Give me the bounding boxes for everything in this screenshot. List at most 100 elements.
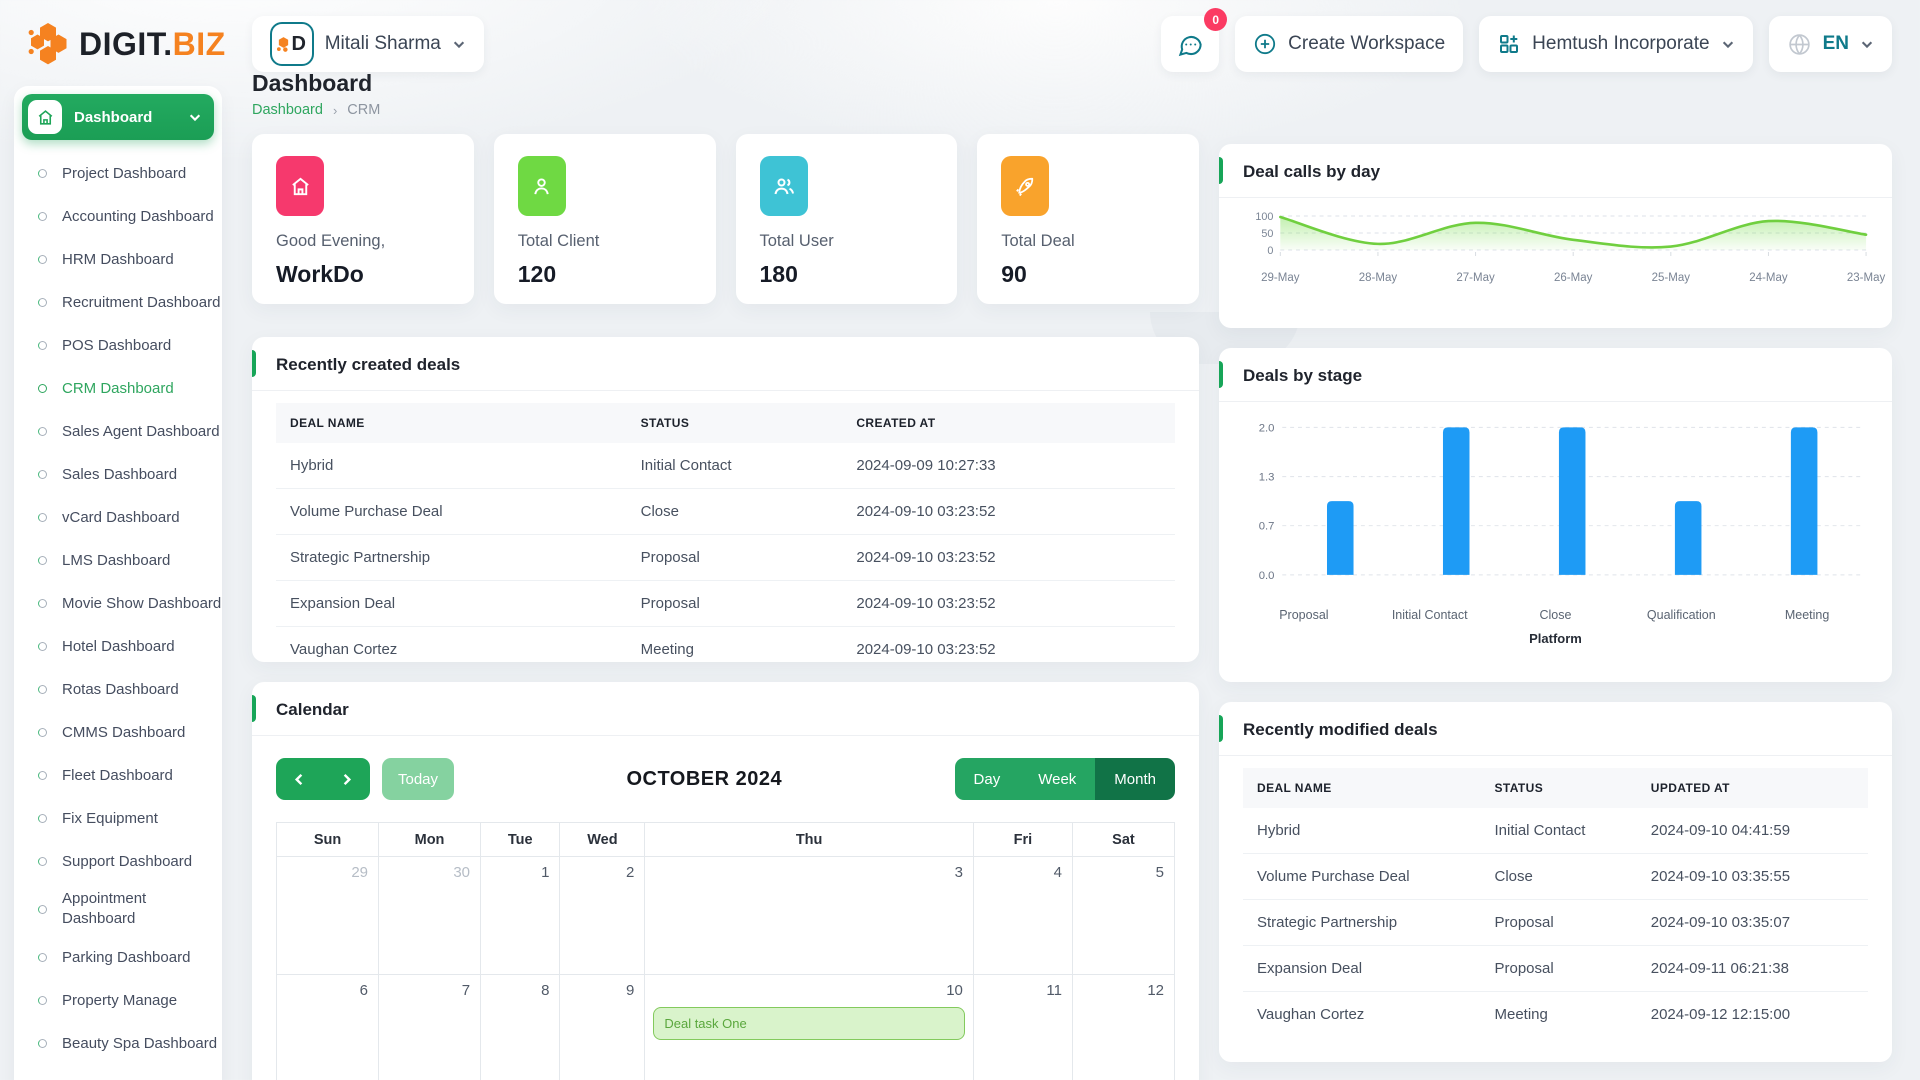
sidebar-item-pos-dashboard[interactable]: POS Dashboard xyxy=(22,324,214,367)
deal-calls-chart: 100500 xyxy=(1241,208,1870,270)
x-tick-label: 25-May xyxy=(1652,272,1690,284)
sidebar-item-rotas-dashboard[interactable]: Rotas Dashboard xyxy=(22,668,214,711)
company-selector[interactable]: Hemtush Incorporate xyxy=(1479,16,1752,72)
sidebar-item-facilities-dashboard[interactable]: Facilities Dashboard xyxy=(22,1065,214,1080)
sidebar-item-hrm-dashboard[interactable]: HRM Dashboard xyxy=(22,238,214,281)
calendar-today-button[interactable]: Today xyxy=(382,758,454,800)
sidebar-item-sales-agent-dashboard[interactable]: Sales Agent Dashboard xyxy=(22,410,214,453)
sidebar-item-movie-show-dashboard[interactable]: Movie Show Dashboard xyxy=(22,582,214,625)
sidebar-item-property-manage[interactable]: Property Manage xyxy=(22,979,214,1022)
calendar-view-switcher: Day Week Month xyxy=(955,758,1175,800)
brand-logo[interactable]: DIGIT.BIZ xyxy=(28,21,226,67)
stat-card-total-client: Total Client 120 xyxy=(494,134,716,304)
workspace-mini-logo: D xyxy=(270,22,314,66)
stat-cards-row: Good Evening,WorkDoTotal Client120Total … xyxy=(252,134,1199,304)
calendar-day-header: Thu xyxy=(645,823,974,857)
svg-text:1.3: 1.3 xyxy=(1259,472,1275,484)
bullet-icon xyxy=(38,255,47,264)
calendar-body: 293012345678910Deal task One1112 xyxy=(277,857,1175,1080)
calendar-prev-button[interactable] xyxy=(276,758,323,800)
deals-by-stage-chart: 2.01.30.70.0 xyxy=(1241,414,1870,604)
chevron-right-icon xyxy=(339,772,354,787)
stat-value: 180 xyxy=(760,261,934,288)
calendar-day-cell[interactable]: 2 xyxy=(560,857,645,975)
bullet-icon xyxy=(38,685,47,694)
sidebar-item-fleet-dashboard[interactable]: Fleet Dashboard xyxy=(22,754,214,797)
globe-icon xyxy=(1787,32,1812,57)
sidebar-item-accounting-dashboard[interactable]: Accounting Dashboard xyxy=(22,195,214,238)
calendar-day-cell[interactable]: 11 xyxy=(973,975,1072,1080)
calendar-view-week[interactable]: Week xyxy=(1019,758,1095,800)
sidebar-item-parking-dashboard[interactable]: Parking Dashboard xyxy=(22,936,214,979)
calendar-day-cell[interactable]: 29 xyxy=(277,857,379,975)
calendar-view-month[interactable]: Month xyxy=(1095,758,1175,800)
sidebar-item-dashboard-root[interactable]: Dashboard xyxy=(22,94,214,140)
messages-button[interactable]: 0 xyxy=(1161,16,1219,72)
calendar-day-cell[interactable]: 1 xyxy=(481,857,560,975)
breadcrumb-separator: › xyxy=(333,103,337,118)
calendar-next-button[interactable] xyxy=(323,758,370,800)
bullet-icon xyxy=(38,728,47,737)
sidebar-item-cmms-dashboard[interactable]: CMMS Dashboard xyxy=(22,711,214,754)
calendar-day-cell[interactable]: 30 xyxy=(379,857,481,975)
chevron-down-icon xyxy=(188,110,202,124)
calendar-day-cell[interactable]: 3 xyxy=(645,857,974,975)
calendar-day-number: 10 xyxy=(645,975,973,999)
sidebar-item-vcard-dashboard[interactable]: vCard Dashboard xyxy=(22,496,214,539)
sidebar-item-crm-dashboard[interactable]: CRM Dashboard xyxy=(22,367,214,410)
sidebar-item-project-dashboard[interactable]: Project Dashboard xyxy=(22,152,214,195)
sidebar-item-hotel-dashboard[interactable]: Hotel Dashboard xyxy=(22,625,214,668)
sidebar-item-beauty-spa-dashboard[interactable]: Beauty Spa Dashboard xyxy=(22,1022,214,1065)
recently-modified-deals-table: Deal Name Status Updated At HybridInitia… xyxy=(1243,768,1868,1037)
rocket-icon xyxy=(1001,156,1049,216)
stat-value: WorkDo xyxy=(276,261,450,288)
calendar-day-cell[interactable]: 10 Deal task One xyxy=(645,975,974,1080)
calendar-day-number: 7 xyxy=(379,975,480,999)
calendar-day-number: 12 xyxy=(1073,975,1174,999)
x-tick-label: 24-May xyxy=(1749,272,1787,284)
section-title: Calendar xyxy=(276,700,1175,720)
deals-by-stage-card: Deals by stage 2.01.30.70.0 ProposalInit… xyxy=(1219,348,1892,682)
workspace-user-selector[interactable]: D Mitali Sharma xyxy=(252,16,484,72)
svg-text:0.0: 0.0 xyxy=(1259,570,1275,582)
top-header: DIGIT.BIZ D Mitali Sharma 0 Create Works… xyxy=(0,0,1920,88)
plus-circle-icon xyxy=(1253,32,1277,56)
calendar-day-cell[interactable]: 12 xyxy=(1072,975,1174,1080)
calendar-view-day[interactable]: Day xyxy=(955,758,1020,800)
calendar-day-cell[interactable]: 9 xyxy=(560,975,645,1080)
sidebar-item-fix-equipment[interactable]: Fix Equipment xyxy=(22,797,214,840)
table-row: Strategic PartnershipProposal2024-09-10 … xyxy=(276,535,1175,581)
calendar-day-cell[interactable]: 8 xyxy=(481,975,560,1080)
calendar-day-number: 8 xyxy=(481,975,559,999)
stat-label: Total Deal xyxy=(1001,232,1175,251)
table-row: Vaughan CortezMeeting2024-09-12 12:15:00 xyxy=(1243,992,1868,1038)
language-selector[interactable]: EN xyxy=(1769,16,1892,72)
sidebar-item-support-dashboard[interactable]: Support Dashboard xyxy=(22,840,214,883)
stat-card-total-user: Total User 180 xyxy=(736,134,958,304)
x-tick-label: 28-May xyxy=(1359,272,1397,284)
sidebar-item-lms-dashboard[interactable]: LMS Dashboard xyxy=(22,539,214,582)
deals-by-stage-axis-title: Platform xyxy=(1241,631,1870,646)
calendar-day-cell[interactable]: 6 xyxy=(277,975,379,1080)
create-workspace-button[interactable]: Create Workspace xyxy=(1235,16,1463,72)
calendar-event[interactable]: Deal task One xyxy=(653,1007,965,1040)
bullet-icon xyxy=(38,953,47,962)
stat-value: 120 xyxy=(518,261,692,288)
breadcrumb-dashboard-link[interactable]: Dashboard xyxy=(252,102,323,118)
calendar-day-cell[interactable]: 4 xyxy=(973,857,1072,975)
bullet-icon xyxy=(38,513,47,522)
chevron-down-icon xyxy=(1860,37,1874,51)
stat-label: Total Client xyxy=(518,232,692,251)
calendar-day-header: Mon xyxy=(379,823,481,857)
sidebar-item-recruitment-dashboard[interactable]: Recruitment Dashboard xyxy=(22,281,214,324)
bullet-icon xyxy=(38,1039,47,1048)
chat-bubble-icon xyxy=(1177,31,1204,58)
x-tick-label: 29-May xyxy=(1261,272,1299,284)
workspace-grid-icon xyxy=(1497,32,1521,56)
sidebar-item-appointment-dashboard[interactable]: Appointment Dashboard xyxy=(22,883,214,936)
calendar-day-header: Fri xyxy=(973,823,1072,857)
stat-label: Total User xyxy=(760,232,934,251)
calendar-day-cell[interactable]: 5 xyxy=(1072,857,1174,975)
sidebar-item-sales-dashboard[interactable]: Sales Dashboard xyxy=(22,453,214,496)
calendar-day-cell[interactable]: 7 xyxy=(379,975,481,1080)
